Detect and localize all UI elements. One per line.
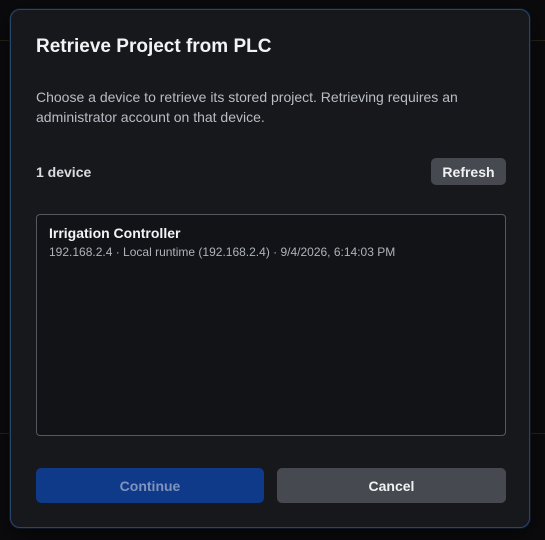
device-list[interactable]: Irrigation Controller 192.168.2.4 · Loca… (36, 214, 506, 436)
device-list-item[interactable]: Irrigation Controller 192.168.2.4 · Loca… (37, 215, 505, 270)
device-count: 1 device (36, 164, 92, 180)
dialog-description: Choose a device to retrieve its stored p… (36, 89, 458, 125)
continue-button[interactable]: Continue (36, 468, 264, 503)
dialog-title: Retrieve Project from PLC (36, 36, 272, 57)
refresh-button[interactable]: Refresh (431, 158, 506, 185)
retrieve-project-dialog: Retrieve Project from PLC Choose a devic… (10, 9, 530, 528)
device-name: Irrigation Controller (49, 225, 181, 241)
device-meta: 192.168.2.4 · Local runtime (192.168.2.4… (49, 245, 396, 259)
cancel-button[interactable]: Cancel (277, 468, 506, 503)
